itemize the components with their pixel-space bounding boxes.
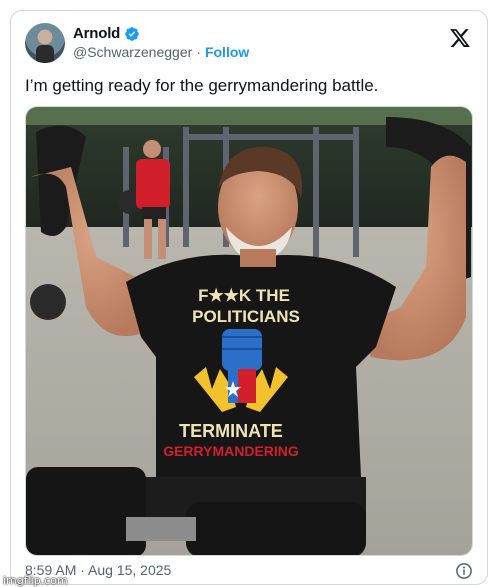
name-row: Arnold	[73, 25, 140, 42]
machine-seat-left	[26, 467, 146, 555]
verified-badge-icon	[125, 26, 139, 41]
avatar-figure	[36, 45, 54, 63]
tweet-text: I’m getting ready for the gerrymandering…	[25, 76, 379, 95]
separator-dot: ·	[196, 44, 201, 60]
handle[interactable]: @Schwarzenegger	[73, 44, 192, 60]
imgflip-watermark: imgflip.com	[3, 574, 68, 587]
machine-bar	[126, 517, 196, 541]
shirt-line-4: GERRYMANDERING	[163, 443, 299, 459]
info-icon[interactable]	[455, 562, 473, 580]
shirt-line-1: F★★K THE	[198, 286, 290, 305]
tweet-header: Arnold @Schwarzenegger · Follow	[25, 21, 475, 71]
display-name[interactable]: Arnold	[73, 25, 120, 42]
weight-plate	[30, 284, 66, 320]
avatar[interactable]	[25, 23, 65, 63]
tweet-footer: 8:59 AM · Aug 15, 2025	[25, 562, 475, 580]
x-logo-icon[interactable]	[449, 27, 471, 49]
shirt-line-3: TERMINATE	[179, 421, 283, 441]
shirt-line-2: POLITICIANS	[192, 307, 300, 326]
neck	[240, 249, 276, 267]
follow-button[interactable]: Follow	[205, 44, 249, 60]
handle-row: @Schwarzenegger · Follow	[73, 44, 249, 60]
tweet-photo[interactable]: F★★K THE POLITICIANS TERMINATE GERRYMAND…	[25, 106, 473, 556]
tweet-card[interactable]: Arnold @Schwarzenegger · Follow I’m gett…	[10, 10, 488, 585]
machine-seat-right	[186, 502, 366, 555]
gym-photo-illustration: F★★K THE POLITICIANS TERMINATE GERRYMAND…	[26, 107, 472, 555]
